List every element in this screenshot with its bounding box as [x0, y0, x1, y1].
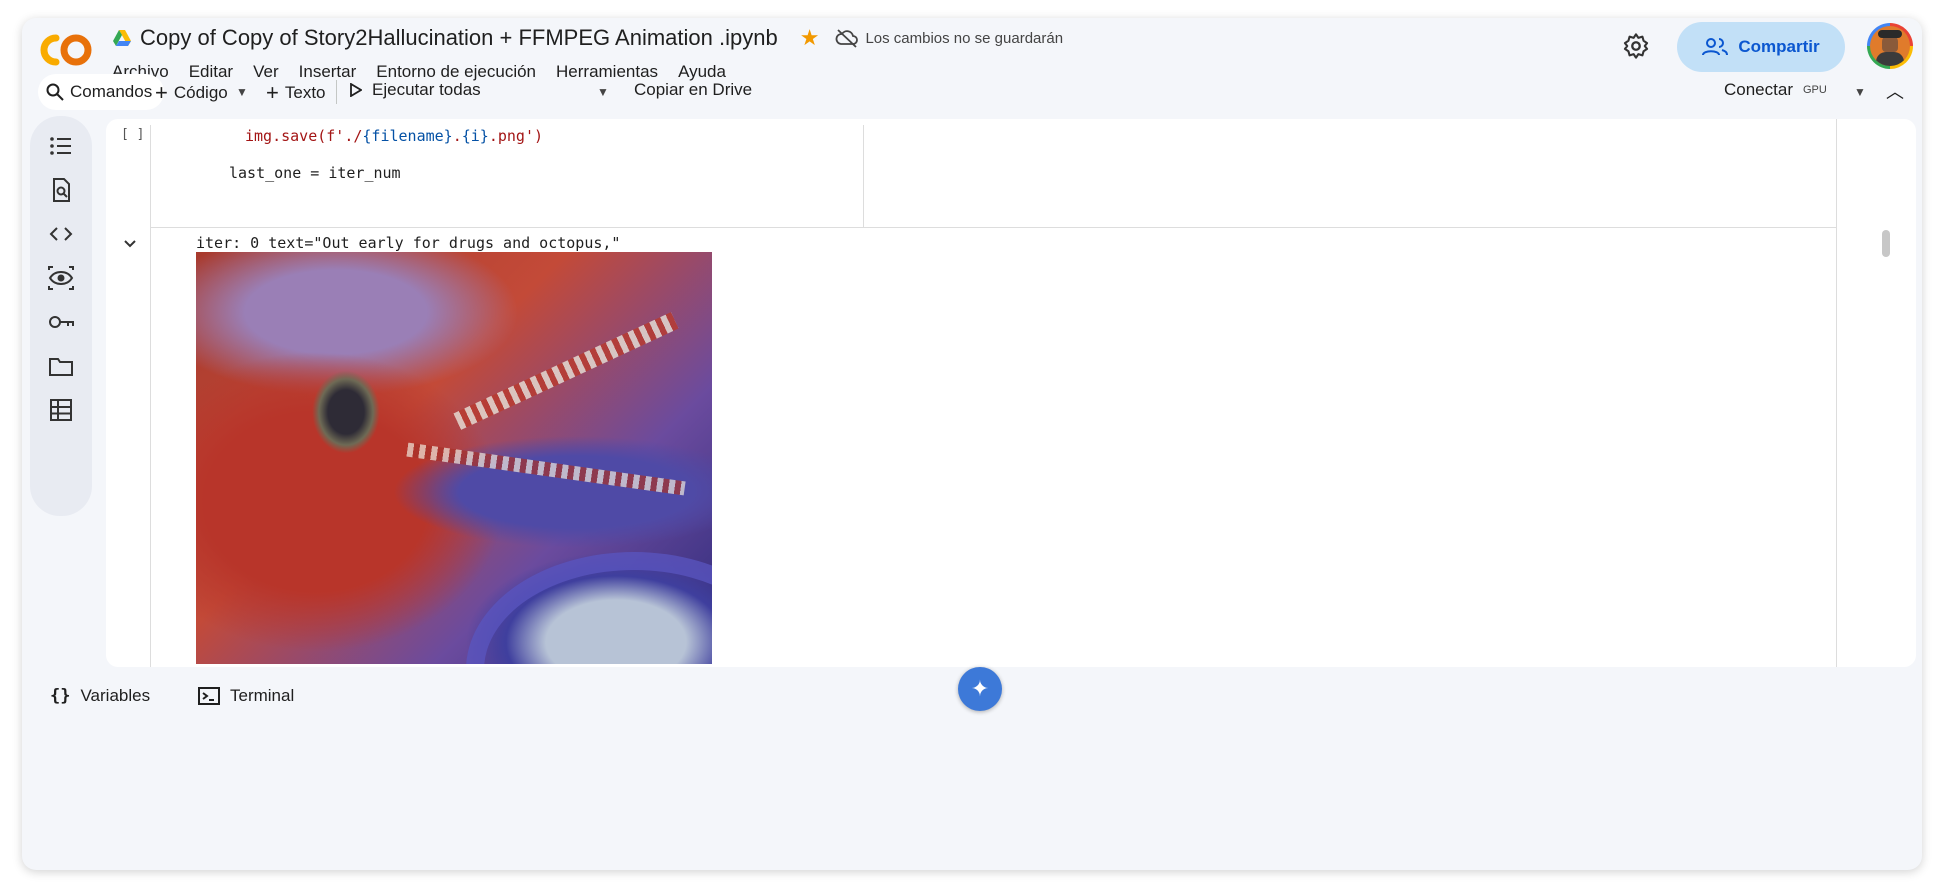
chevron-down-icon[interactable]: ▼ — [1854, 85, 1866, 99]
eye-icon[interactable] — [47, 264, 75, 292]
chevron-up-icon[interactable]: ︿ — [1886, 78, 1904, 104]
find-icon[interactable] — [47, 176, 75, 204]
avatar[interactable] — [1867, 23, 1913, 69]
code-editor[interactable]: img.save(f'./{filename}.{i}.png') last_o… — [150, 125, 1837, 228]
star-icon[interactable]: ★ — [800, 27, 820, 49]
code-icon[interactable] — [47, 220, 75, 248]
run-all-button[interactable]: Ejecutar todas — [350, 80, 481, 100]
connect-button[interactable]: Conectar GPU — [1724, 80, 1827, 100]
key-icon[interactable] — [47, 308, 75, 336]
colab-logo[interactable] — [38, 30, 94, 70]
code-token: {filename} — [362, 127, 453, 145]
add-text-button[interactable]: + Texto — [266, 80, 326, 106]
terminal-label: Terminal — [230, 686, 295, 705]
left-sidebar — [30, 116, 92, 516]
toc-icon[interactable] — [47, 132, 75, 160]
drive-icon[interactable] — [112, 29, 132, 47]
avatar-image — [1870, 26, 1910, 66]
variables-label: Variables — [80, 686, 151, 705]
notebook-title[interactable]: Copy of Copy of Story2Hallucination + FF… — [140, 25, 778, 51]
table-icon[interactable] — [47, 396, 75, 424]
output-scrollbar[interactable] — [1882, 230, 1890, 257]
play-icon — [350, 83, 362, 97]
title-row: Copy of Copy of Story2Hallucination + FF… — [112, 22, 1063, 54]
gemini-icon: ✦ — [970, 676, 990, 701]
terminal-icon — [198, 687, 220, 705]
chevron-down-icon[interactable]: ▼ — [236, 85, 248, 99]
gemini-button[interactable]: ✦ — [958, 667, 1002, 711]
commands-button[interactable]: Comandos — [38, 74, 164, 110]
output-image — [196, 252, 712, 664]
code-line: last_one = iter_num — [229, 164, 401, 182]
copy-to-drive-button[interactable]: Copiar en Drive — [634, 80, 752, 100]
output-text: iter: 0 text="Out early for drugs and oc… — [196, 234, 621, 252]
code-token: {i} — [461, 127, 489, 145]
panel-border — [1836, 119, 1837, 667]
code-token: img.save(f'./ — [245, 127, 363, 145]
code-token: .png') — [488, 127, 544, 145]
output-border — [150, 227, 151, 667]
chevron-down-icon[interactable]: ▼ — [597, 85, 609, 99]
toolbar: Comandos + Código ▼ + Texto Ejecutar tod… — [22, 72, 1922, 116]
variables-button[interactable]: {} Variables — [50, 686, 150, 706]
gpu-label: GPU — [1802, 84, 1827, 96]
add-text-label: Texto — [284, 83, 326, 102]
folder-icon[interactable] — [47, 352, 75, 380]
plus-icon: + — [155, 80, 168, 105]
colab-window: Copy of Copy of Story2Hallucination + FF… — [22, 18, 1922, 870]
commands-label: Comandos — [70, 82, 153, 101]
connect-label: Conectar — [1724, 80, 1793, 99]
code-token: . — [452, 127, 462, 145]
braces-icon: {} — [50, 686, 71, 706]
code-line: img.save(f'./{filename}.{i}.png') — [245, 127, 543, 145]
cloud-off-icon — [836, 29, 859, 48]
copy-to-drive-label: Copiar en Drive — [634, 80, 753, 99]
share-button[interactable]: Compartir — [1677, 22, 1845, 72]
code-divider — [863, 125, 864, 227]
people-icon — [1702, 38, 1729, 56]
terminal-button[interactable]: Terminal — [198, 686, 294, 706]
add-code-button[interactable]: + Código — [155, 80, 228, 106]
notebook-panel: [ ] img.save(f'./{filename}.{i}.png') la… — [106, 119, 1916, 667]
plus-icon: + — [266, 80, 279, 105]
settings-icon[interactable] — [1622, 32, 1650, 60]
toolbar-divider — [336, 80, 337, 104]
search-icon — [46, 83, 64, 101]
run-all-label: Ejecutar todas — [372, 80, 481, 99]
add-code-label: Código — [173, 83, 228, 102]
chevron-down-icon[interactable] — [122, 237, 138, 251]
unsaved-notice: Los cambios no se guardarán — [865, 29, 1064, 47]
share-label: Compartir — [1738, 37, 1820, 56]
cell-run-indicator[interactable]: [ ] — [121, 127, 144, 142]
